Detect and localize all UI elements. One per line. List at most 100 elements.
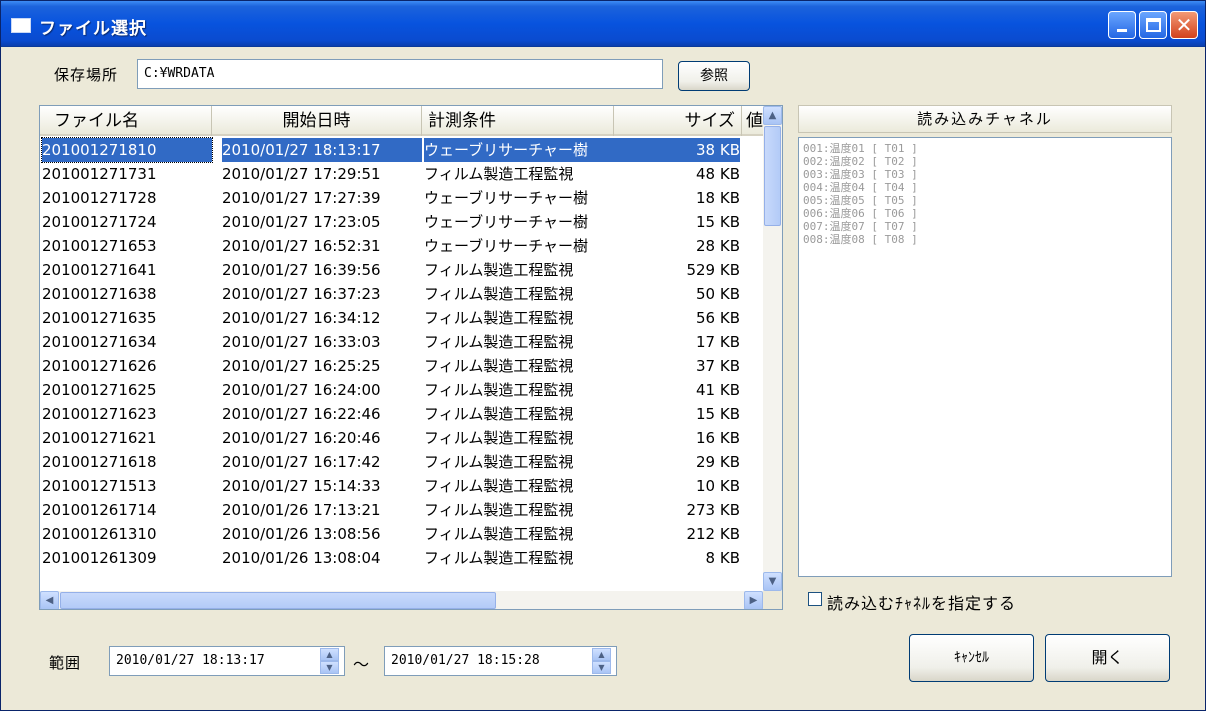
- table-row[interactable]: 201001271641 2010/01/27 16:39:56 フィルム製造工程監…: [40, 258, 763, 282]
- channel-item[interactable]: 006:温度06 [ T06 ]: [803, 207, 1171, 220]
- cell-condition: フィルム製造工程監視: [424, 309, 574, 327]
- cancel-button[interactable]: ｷｬﾝｾﾙ: [909, 634, 1034, 682]
- cell-condition: ウェーブリサーチャー樹: [424, 213, 588, 231]
- table-row[interactable]: 201001261310 2010/01/26 13:08:56 フィルム製造工程監…: [40, 522, 763, 546]
- cell-filename: 201001271724: [42, 213, 157, 231]
- cell-condition: フィルム製造工程監視: [424, 429, 574, 447]
- channel-list[interactable]: 001:温度01 [ T01 ] 002:温度02 [ T02 ] 003:温度03…: [798, 137, 1172, 577]
- range-end-input[interactable]: 2010/01/27 18:15:28: [384, 646, 617, 676]
- cell-filename: 201001271653: [42, 237, 157, 255]
- close-icon: ✕: [1175, 13, 1193, 37]
- column-header-value[interactable]: 値: [742, 106, 763, 136]
- channel-item[interactable]: 005:温度05 [ T05 ]: [803, 194, 1171, 207]
- channel-list-header: 読み込みチャネル: [798, 105, 1172, 133]
- table-row[interactable]: 201001271513 2010/01/27 15:14:33 フィルム製造工程監…: [40, 474, 763, 498]
- horizontal-scroll-thumb[interactable]: [60, 592, 496, 609]
- cell-filename: 201001271621: [42, 429, 157, 447]
- cell-filename: 201001261310: [42, 525, 157, 543]
- channel-item[interactable]: 001:温度01 [ T01 ]: [803, 142, 1171, 155]
- column-header-size[interactable]: サイズ: [614, 106, 742, 136]
- cell-filename: 201001271626: [42, 357, 157, 375]
- cell-size: 15 KB: [696, 405, 740, 423]
- scroll-up-icon[interactable]: ▲: [763, 106, 782, 125]
- channel-item[interactable]: 002:温度02 [ T02 ]: [803, 155, 1171, 168]
- cell-size: 18 KB: [696, 189, 740, 207]
- table-row[interactable]: 201001271724 2010/01/27 17:23:05 ウェーブリサーチャ…: [40, 210, 763, 234]
- cell-condition: ウェーブリサーチャー樹: [424, 138, 614, 162]
- location-input[interactable]: C:¥WRDATA: [137, 59, 663, 89]
- channel-item[interactable]: 008:温度08 [ T08 ]: [803, 233, 1171, 246]
- scroll-corner: [763, 591, 782, 609]
- cell-size: 8 KB: [705, 549, 740, 567]
- cell-start-time: 2010/01/27 16:52:31: [222, 237, 381, 255]
- cell-filename: 201001271728: [42, 189, 157, 207]
- cell-filename: 201001271641: [42, 261, 157, 279]
- channel-item[interactable]: 007:温度07 [ T07 ]: [803, 220, 1171, 233]
- range-end-spinner[interactable]: ▲ ▼: [592, 648, 611, 674]
- close-button[interactable]: ✕: [1170, 11, 1198, 39]
- table-row[interactable]: 201001271623 2010/01/27 16:22:46 フィルム製造工程監…: [40, 402, 763, 426]
- cell-condition: フィルム製造工程監視: [424, 477, 574, 495]
- cell-size: 529 KB: [686, 261, 740, 279]
- table-row[interactable]: 201001271634 2010/01/27 16:33:03 フィルム製造工程監…: [40, 330, 763, 354]
- table-row[interactable]: 201001271621 2010/01/27 16:20:46 フィルム製造工程監…: [40, 426, 763, 450]
- scroll-right-icon[interactable]: ▶: [744, 591, 763, 609]
- table-row[interactable]: 201001271618 2010/01/27 16:17:42 フィルム製造工程監…: [40, 450, 763, 474]
- cell-size: 16 KB: [696, 429, 740, 447]
- minimize-icon: [1117, 29, 1127, 32]
- scroll-down-icon[interactable]: ▼: [763, 572, 782, 591]
- cell-filename: 201001271623: [42, 405, 157, 423]
- cell-size: 38 KB: [614, 138, 740, 162]
- cell-start-time: 2010/01/27 16:37:23: [222, 285, 381, 303]
- table-row[interactable]: 201001271728 2010/01/27 17:27:39 ウェーブリサーチャ…: [40, 186, 763, 210]
- cell-start-time: 2010/01/27 16:34:12: [222, 309, 381, 327]
- minimize-button[interactable]: [1108, 11, 1136, 39]
- cell-filename: 201001271634: [42, 333, 157, 351]
- cell-condition: フィルム製造工程監視: [424, 525, 574, 543]
- cell-size: 56 KB: [696, 309, 740, 327]
- table-row[interactable]: 201001271635 2010/01/27 16:34:12 フィルム製造工程監…: [40, 306, 763, 330]
- cell-size: 41 KB: [696, 381, 740, 399]
- browse-button[interactable]: 参照: [678, 61, 750, 91]
- horizontal-scrollbar[interactable]: ◀ ▶: [40, 591, 782, 609]
- table-row[interactable]: 201001271731 2010/01/27 17:29:51 フィルム製造工程監…: [40, 162, 763, 186]
- cell-start-time: 2010/01/27 18:13:17: [222, 138, 422, 162]
- vertical-scroll-thumb[interactable]: [764, 126, 781, 226]
- file-list-rows: 201001271810 2010/01/27 18:13:17 ウェーブリサーチャ…: [40, 137, 763, 570]
- cell-start-time: 2010/01/26 13:08:04: [222, 549, 381, 567]
- table-row[interactable]: 201001261309 2010/01/26 13:08:04 フィルム製造工程監…: [40, 546, 763, 570]
- table-row[interactable]: 201001261714 2010/01/26 17:13:21 フィルム製造工程監…: [40, 498, 763, 522]
- cell-size: 50 KB: [696, 285, 740, 303]
- cell-size: 17 KB: [696, 333, 740, 351]
- spin-down-icon[interactable]: ▼: [592, 661, 611, 674]
- open-button[interactable]: 開く: [1045, 634, 1170, 682]
- table-row[interactable]: 201001271653 2010/01/27 16:52:31 ウェーブリサーチャ…: [40, 234, 763, 258]
- table-row[interactable]: 201001271810 2010/01/27 18:13:17 ウェーブリサーチャ…: [40, 137, 763, 163]
- maximize-button[interactable]: [1139, 11, 1167, 39]
- table-row[interactable]: 201001271626 2010/01/27 16:25:25 フィルム製造工程監…: [40, 354, 763, 378]
- cell-size: 37 KB: [696, 357, 740, 375]
- channel-item[interactable]: 003:温度03 [ T03 ]: [803, 168, 1171, 181]
- vertical-scrollbar[interactable]: ▲ ▼: [763, 106, 782, 591]
- specify-channel-checkbox[interactable]: [808, 592, 822, 606]
- spin-up-icon[interactable]: ▲: [320, 648, 339, 661]
- column-header-start-time[interactable]: 開始日時: [212, 106, 422, 136]
- cell-condition: ウェーブリサーチャー樹: [424, 189, 588, 207]
- range-start-spinner[interactable]: ▲ ▼: [320, 648, 339, 674]
- cell-size: 29 KB: [696, 453, 740, 471]
- cell-start-time: 2010/01/27 15:14:33: [222, 477, 381, 495]
- table-row[interactable]: 201001271625 2010/01/27 16:24:00 フィルム製造工程監…: [40, 378, 763, 402]
- column-header-filename[interactable]: ファイル名: [40, 106, 212, 136]
- spin-down-icon[interactable]: ▼: [320, 661, 339, 674]
- title-bar[interactable]: ファイル選択 ✕: [1, 1, 1205, 47]
- cell-size: 273 KB: [686, 501, 740, 519]
- spin-up-icon[interactable]: ▲: [592, 648, 611, 661]
- channel-item[interactable]: 004:温度04 [ T04 ]: [803, 181, 1171, 194]
- column-header-condition[interactable]: 計測条件: [422, 106, 614, 136]
- cell-start-time: 2010/01/27 17:29:51: [222, 165, 381, 183]
- table-row[interactable]: 201001271638 2010/01/27 16:37:23 フィルム製造工程監…: [40, 282, 763, 306]
- range-start-input[interactable]: 2010/01/27 18:13:17: [109, 646, 345, 676]
- scroll-left-icon[interactable]: ◀: [40, 591, 59, 609]
- cell-condition: フィルム製造工程監視: [424, 285, 574, 303]
- file-list[interactable]: ファイル名 開始日時 計測条件 サイズ 値 201001271810 2010/0…: [39, 105, 783, 610]
